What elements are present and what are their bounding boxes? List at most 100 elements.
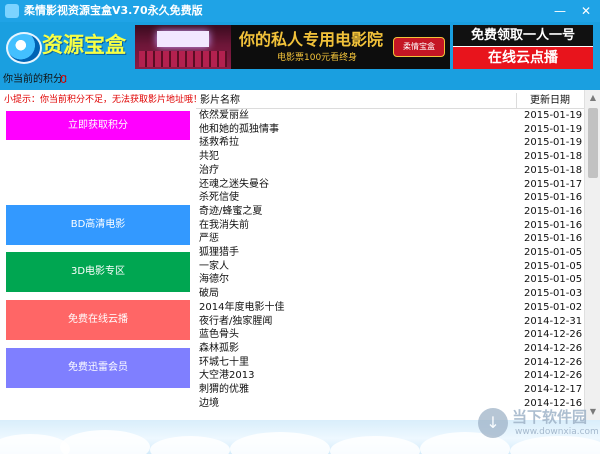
promo-top-text: 免费领取一人一号 — [453, 25, 593, 46]
bd-movies-button[interactable]: BD高清电影 — [6, 205, 190, 245]
list-scrollbar[interactable]: ▲ ▼ — [584, 90, 600, 420]
movie-title: 2014年度电影十佳 — [199, 301, 285, 313]
movie-title: 蓝色骨头 — [199, 329, 239, 341]
update-date: 2015-01-16 — [524, 219, 583, 231]
movie-title: 一家人 — [199, 260, 229, 272]
column-header-date[interactable]: 更新日期 — [530, 93, 570, 108]
logo: 资源宝盒 — [4, 24, 128, 68]
list-body: 依然爱丽丝 2015-01-19 他和她的孤独情事 2015-01-19 拯救希拉 201… — [196, 109, 584, 420]
banner-headline: 你的私人专用电影院 — [239, 30, 384, 49]
cinema-image — [135, 25, 231, 69]
update-date: 2015-01-19 — [524, 137, 583, 149]
points-value: 0 — [60, 73, 67, 86]
movie-title: 严惩 — [199, 233, 219, 245]
table-row[interactable]: 大空港2013 2014-12-26 — [196, 369, 584, 383]
movie-title: 在我消失前 — [199, 219, 249, 231]
update-date: 2014-12-26 — [524, 356, 583, 368]
movie-title: 依然爱丽丝 — [199, 110, 249, 121]
update-date: 2015-01-16 — [524, 205, 583, 217]
table-row[interactable]: 一家人 2015-01-05 — [196, 260, 584, 274]
table-row[interactable]: 海德尔 2015-01-05 — [196, 273, 584, 287]
table-row[interactable]: 奇迹/蜂蜜之夏 2015-01-16 — [196, 205, 584, 219]
3d-movies-button[interactable]: 3D电影专区 — [6, 252, 190, 292]
cloud-play-button[interactable]: 免费在线云播 — [6, 300, 190, 340]
banner-subline: 电影票100元看终身 — [277, 53, 358, 63]
minimize-button[interactable]: — — [548, 3, 572, 19]
logo-text: 资源宝盒 — [42, 32, 126, 57]
movie-list: 影片名称 更新日期 依然爱丽丝 2015-01-19 他和她的孤独情事 2015-01… — [196, 90, 584, 420]
thunder-vip-button[interactable]: 免费迅雷会员 — [6, 348, 190, 388]
movie-title: 共犯 — [199, 151, 219, 163]
cinema-screen — [157, 31, 209, 47]
movie-title: 奇迹/蜂蜜之夏 — [199, 205, 263, 217]
sidebar: 小提示：你当前积分不足，无法获取影片地址哦！ 立即获取积分 BD高清电影 3D电… — [0, 90, 202, 420]
movie-title: 治疗 — [199, 164, 219, 176]
movie-title: 刺猬的优雅 — [199, 384, 249, 395]
scroll-thumb[interactable] — [588, 108, 598, 178]
table-row[interactable]: 严惩 2015-01-16 — [196, 232, 584, 246]
window-title: 柔情影视资源宝盒V3.70永久免费版 — [24, 4, 203, 17]
update-date: 2015-01-19 — [524, 123, 583, 135]
tip-text: 小提示：你当前积分不足，无法获取影片地址哦！ — [4, 95, 203, 105]
movie-title: 拯救希拉 — [199, 137, 239, 149]
scroll-up-icon[interactable]: ▲ — [585, 90, 600, 106]
banner-badge: 柔情宝盒 — [393, 37, 445, 57]
table-row[interactable]: 他和她的孤独情事 2015-01-19 — [196, 123, 584, 137]
table-row[interactable]: 在我消失前 2015-01-16 — [196, 219, 584, 233]
app-window: 柔情影视资源宝盒V3.70永久免费版 — ✕ 资源宝盒 你的私人专用电影院 电影… — [0, 0, 600, 454]
update-date: 2015-01-05 — [524, 247, 583, 258]
watermark-url: www.downxia.com — [515, 427, 599, 437]
update-date: 2014-12-26 — [524, 342, 583, 354]
update-date: 2014-12-31 — [524, 315, 583, 327]
movie-title: 狐狸猎手 — [199, 247, 239, 258]
update-date: 2015-01-05 — [524, 260, 583, 272]
update-date: 2014-12-17 — [524, 384, 583, 395]
table-row[interactable]: 依然爱丽丝 2015-01-19 — [196, 109, 584, 123]
movie-title: 环城七十里 — [199, 356, 249, 368]
points-bar: 你当前的积分： 0 — [0, 70, 600, 90]
cinema-seats — [139, 51, 227, 67]
update-date: 2015-01-18 — [524, 151, 583, 163]
update-date: 2014-12-26 — [524, 329, 583, 341]
table-row[interactable]: 共犯 2015-01-18 — [196, 150, 584, 164]
table-row[interactable]: 环城七十里 2014-12-26 — [196, 356, 584, 370]
movie-title: 海德尔 — [199, 274, 229, 286]
table-row[interactable]: 治疗 2015-01-18 — [196, 164, 584, 178]
update-date: 2014-12-26 — [524, 370, 583, 382]
download-arrow-icon: ↓ — [478, 408, 508, 438]
table-row[interactable]: 夜行者/独家腥闻 2014-12-31 — [196, 315, 584, 329]
movie-title: 破局 — [199, 288, 219, 300]
app-icon — [5, 4, 19, 18]
scroll-down-icon[interactable]: ▼ — [585, 404, 600, 420]
column-header-name[interactable]: 影片名称 — [200, 93, 240, 108]
movie-title: 杀死信使 — [199, 192, 239, 204]
disc-icon — [6, 32, 42, 64]
movie-title: 还魂之迷失曼谷 — [199, 178, 269, 190]
table-row[interactable]: 破局 2015-01-03 — [196, 287, 584, 301]
movie-title: 夜行者/独家腥闻 — [199, 315, 273, 327]
update-date: 2015-01-17 — [524, 178, 583, 190]
header: 资源宝盒 你的私人专用电影院 电影票100元看终身 柔情宝盒 免费领取一人一号 … — [0, 22, 600, 70]
get-points-button[interactable]: 立即获取积分 — [6, 111, 190, 140]
movie-title: 森林孤影 — [199, 342, 239, 354]
table-row[interactable]: 2014年度电影十佳 2015-01-02 — [196, 301, 584, 315]
table-row[interactable]: 杀死信使 2015-01-16 — [196, 191, 584, 205]
table-row[interactable]: 蓝色骨头 2014-12-26 — [196, 328, 584, 342]
movie-title: 大空港2013 — [199, 370, 255, 382]
update-date: 2015-01-19 — [524, 110, 583, 121]
table-row[interactable]: 狐狸猎手 2015-01-05 — [196, 246, 584, 260]
update-date: 2015-01-05 — [524, 274, 583, 286]
table-row[interactable]: 拯救希拉 2015-01-19 — [196, 136, 584, 150]
table-row[interactable]: 森林孤影 2014-12-26 — [196, 342, 584, 356]
cinema-banner[interactable]: 你的私人专用电影院 电影票100元看终身 柔情宝盒 — [135, 25, 450, 69]
table-row[interactable]: 刺猬的优雅 2014-12-17 — [196, 383, 584, 397]
table-row[interactable]: 还魂之迷失曼谷 2015-01-17 — [196, 178, 584, 192]
close-button[interactable]: ✕ — [574, 3, 598, 19]
title-bar[interactable]: 柔情影视资源宝盒V3.70永久免费版 — ✕ — [0, 0, 600, 22]
movie-title: 他和她的孤独情事 — [199, 123, 279, 135]
promo-banner[interactable]: 免费领取一人一号 在线云点播 — [453, 25, 593, 69]
movie-title: 边境 — [199, 397, 219, 409]
update-date: 2015-01-16 — [524, 233, 583, 245]
promo-bottom-text: 在线云点播 — [453, 47, 593, 69]
column-divider[interactable] — [516, 93, 517, 108]
